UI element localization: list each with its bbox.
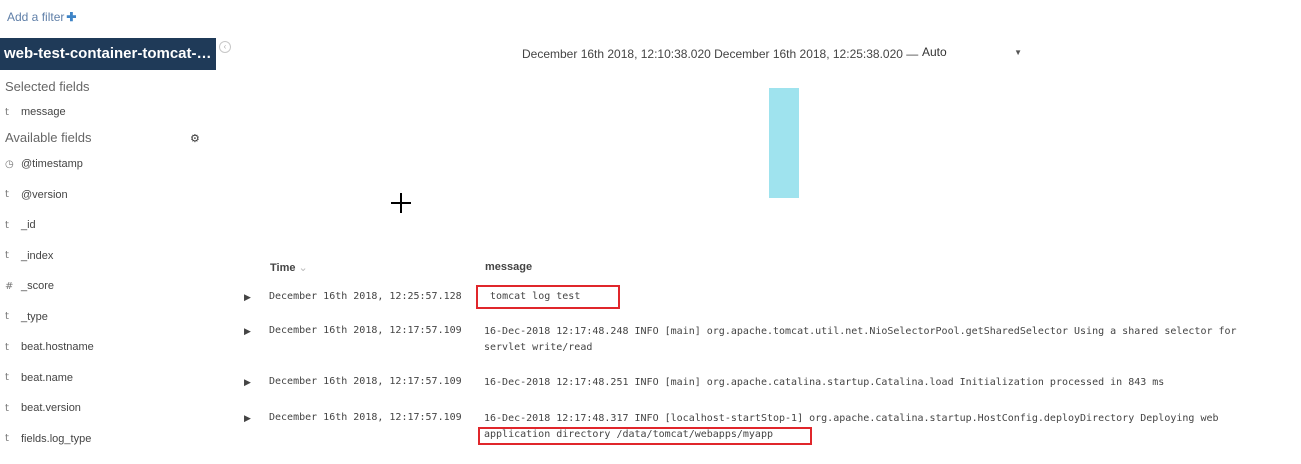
add-filter-link[interactable]: Add a filter ✚ bbox=[7, 10, 76, 24]
string-type-icon: t bbox=[5, 219, 9, 231]
expand-row-icon[interactable]: ▶ bbox=[244, 413, 251, 424]
field-name: _id bbox=[21, 219, 36, 231]
gear-icon[interactable]: ⚙ bbox=[190, 132, 200, 145]
field-name: message bbox=[21, 106, 66, 118]
clock-icon: ◷ bbox=[5, 158, 14, 170]
string-type-icon: t bbox=[5, 311, 9, 322]
field-name: @timestamp bbox=[21, 158, 83, 170]
expand-row-icon[interactable]: ▶ bbox=[244, 292, 251, 303]
field-name: _score bbox=[21, 280, 55, 292]
string-type-icon: t bbox=[5, 402, 9, 414]
histogram-chart[interactable] bbox=[240, 80, 1300, 240]
available-field-item[interactable]: t _type bbox=[5, 307, 48, 327]
available-field-item[interactable]: t beat.name bbox=[5, 368, 73, 388]
expand-row-icon[interactable]: ▶ bbox=[244, 377, 251, 388]
available-field-item[interactable]: t _index bbox=[5, 246, 53, 266]
string-type-icon: t bbox=[5, 250, 9, 261]
available-field-item[interactable]: t beat.hostname bbox=[5, 337, 94, 357]
collapse-sidebar-icon[interactable]: ‹ bbox=[219, 41, 231, 53]
field-name: beat.version bbox=[21, 402, 81, 414]
available-fields-title: Available fields bbox=[5, 130, 92, 145]
highlight-box bbox=[476, 285, 620, 309]
interval-select[interactable]: Auto ▼ bbox=[922, 45, 1022, 61]
row-time: December 16th 2018, 12:17:57.109 bbox=[269, 412, 462, 423]
time-range-display[interactable]: December 16th 2018, 12:10:38.020 Decembe… bbox=[522, 47, 918, 61]
available-field-item[interactable]: ◷ @timestamp bbox=[5, 154, 83, 174]
string-type-icon: t bbox=[5, 106, 9, 118]
chevron-down-icon: ▼ bbox=[1014, 48, 1022, 57]
expand-row-icon[interactable]: ▶ bbox=[244, 326, 251, 337]
field-name: fields.log_type bbox=[21, 432, 92, 445]
available-field-item[interactable]: t _id bbox=[5, 215, 36, 235]
row-time: December 16th 2018, 12:17:57.109 bbox=[269, 325, 462, 336]
field-name: @version bbox=[21, 188, 68, 201]
message-column-header[interactable]: message bbox=[485, 261, 532, 273]
highlight-box bbox=[478, 427, 812, 445]
add-filter-label: Add a filter bbox=[7, 10, 65, 24]
field-name: beat.name bbox=[21, 371, 73, 384]
sort-icon: ⌄ bbox=[298, 262, 308, 274]
row-time: December 16th 2018, 12:25:57.128 bbox=[269, 291, 462, 302]
selected-fields-title: Selected fields bbox=[5, 79, 90, 94]
row-time: December 16th 2018, 12:17:57.109 bbox=[269, 376, 462, 387]
field-name: beat.hostname bbox=[21, 341, 94, 353]
interval-value: Auto bbox=[922, 45, 947, 59]
number-type-icon: # bbox=[5, 280, 14, 292]
crosshair-cursor-icon bbox=[391, 193, 411, 213]
available-field-item[interactable]: t @version bbox=[5, 185, 68, 205]
available-field-item[interactable]: # _score bbox=[5, 276, 54, 296]
field-name: _type bbox=[21, 310, 48, 323]
string-type-icon: t bbox=[5, 372, 9, 383]
string-type-icon: t bbox=[5, 341, 9, 353]
available-field-item[interactable]: t fields.log_type bbox=[5, 429, 91, 449]
string-type-icon: t bbox=[5, 433, 9, 444]
field-name: _index bbox=[21, 249, 54, 262]
row-message: 16-Dec-2018 12:17:48.251 INFO [main] org… bbox=[484, 377, 1165, 388]
plus-icon: ✚ bbox=[66, 10, 77, 24]
string-type-icon: t bbox=[5, 189, 9, 200]
selected-field-message[interactable]: t message bbox=[5, 102, 66, 122]
histogram-bar[interactable] bbox=[769, 88, 799, 198]
time-column-header[interactable]: Time ⌄ bbox=[270, 261, 308, 274]
row-message: 16-Dec-2018 12:17:48.248 INFO [main] org… bbox=[484, 326, 1243, 353]
available-field-item[interactable]: t beat.version bbox=[5, 398, 81, 418]
index-pattern-selector[interactable]: web-test-container-tomcat-cat... bbox=[0, 38, 216, 70]
